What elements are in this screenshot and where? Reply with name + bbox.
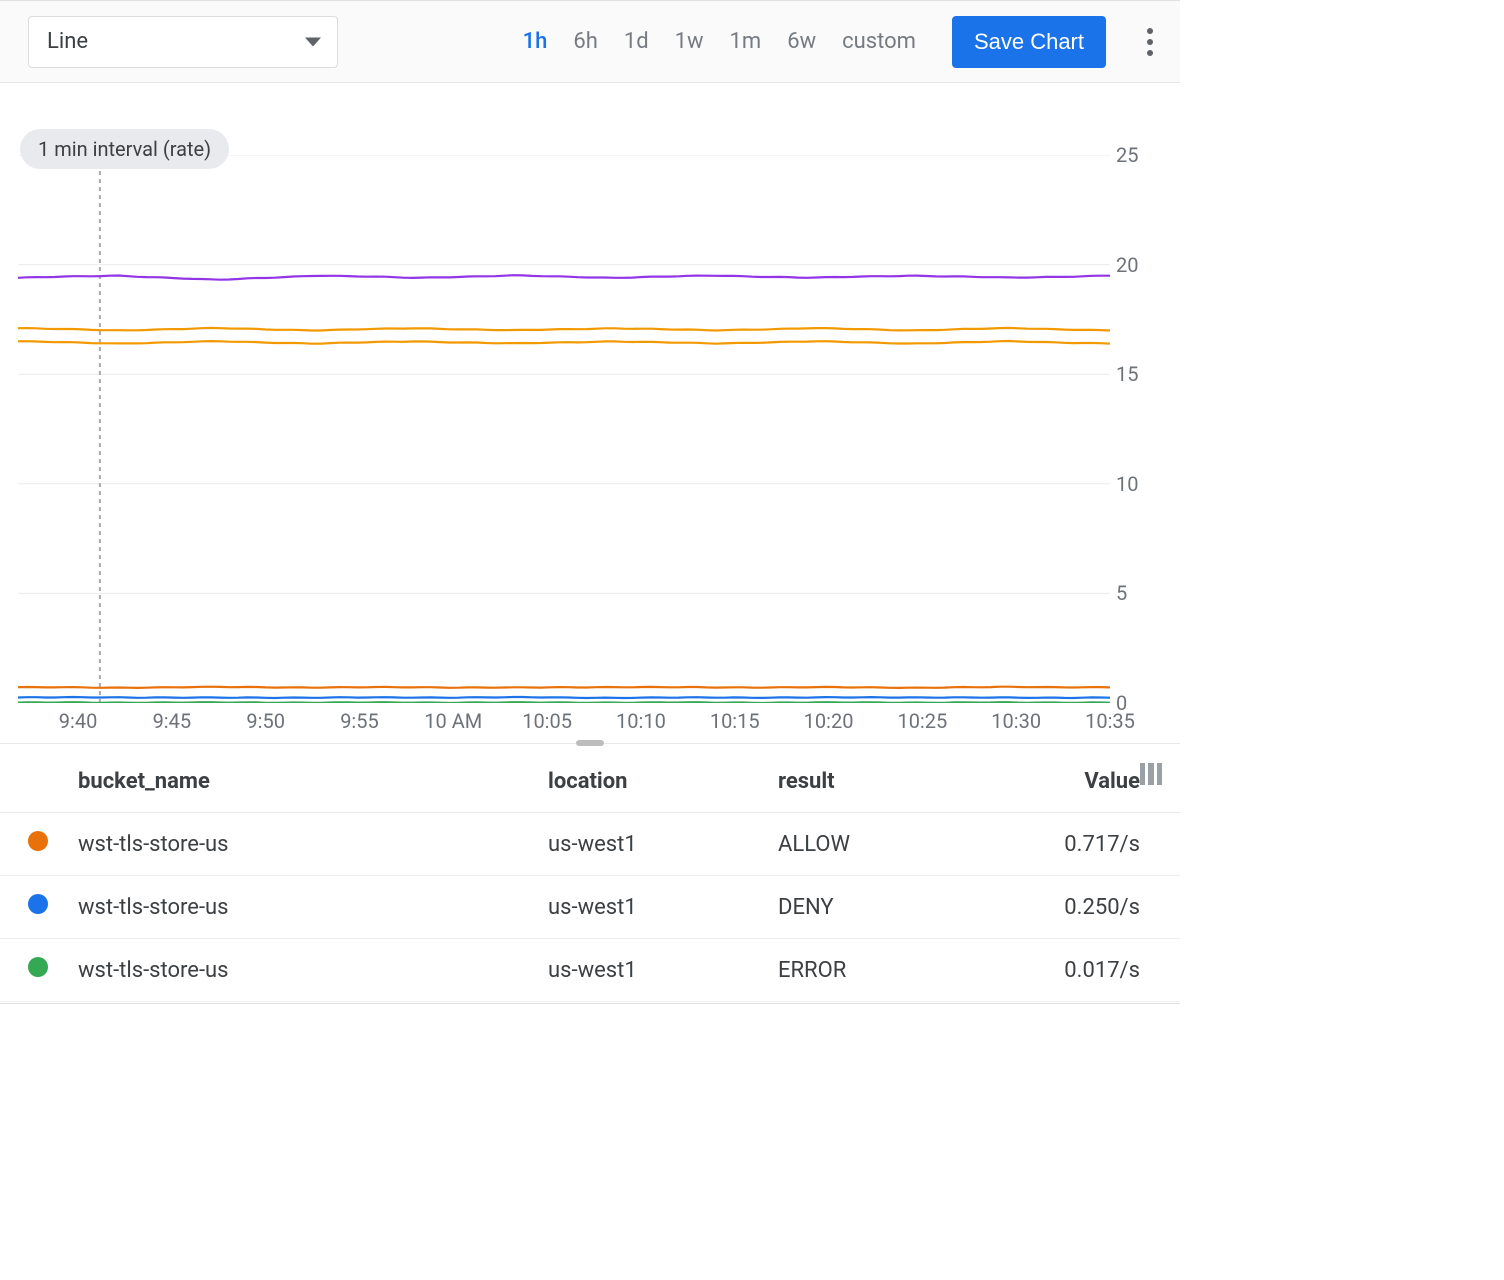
time-range-custom[interactable]: custom	[838, 23, 920, 60]
x-tick-label: 10:05	[522, 709, 572, 733]
series-line[interactable]	[18, 341, 1110, 344]
cell-value: 0.250/s	[976, 876, 1180, 939]
time-range-1w[interactable]: 1w	[671, 23, 708, 60]
x-tick-label: 9:50	[246, 709, 285, 733]
legend-table: bucket_name location result Value wst-tl…	[0, 751, 1180, 1002]
chart-type-label: Line	[47, 29, 88, 54]
x-tick-label: 10:30	[991, 709, 1041, 733]
legend-row[interactable]: wst-tls-store-usus-west1DENY0.250/s	[0, 876, 1180, 939]
series-line[interactable]	[18, 687, 1110, 688]
legend-header-row: bucket_name location result Value	[0, 751, 1180, 813]
time-range-1d[interactable]: 1d	[620, 23, 653, 60]
y-tick-label: 10	[1116, 472, 1138, 496]
overflow-menu-button[interactable]	[1132, 18, 1168, 66]
legend-row[interactable]: wst-tls-store-usus-west1ERROR0.017/s	[0, 939, 1180, 1002]
y-axis-labels: 0510152025	[1116, 155, 1172, 703]
time-range-1h[interactable]: 1h	[519, 23, 552, 60]
columns-icon[interactable]	[1140, 763, 1162, 785]
grip-icon	[576, 740, 604, 746]
series-color-dot	[28, 957, 48, 977]
x-tick-label: 9:40	[59, 709, 98, 733]
x-tick-label: 10:25	[897, 709, 947, 733]
x-tick-label: 10 AM	[424, 709, 482, 733]
col-header-result[interactable]: result	[766, 751, 976, 813]
cell-location: us-west1	[536, 876, 766, 939]
x-axis-labels: 9:40 9:45 9:50 9:55 10 AM 10:05 10:10 10:15 10:2…	[18, 709, 1110, 739]
cell-bucket: wst-tls-store-us	[66, 876, 536, 939]
time-range-6h[interactable]: 6h	[569, 23, 601, 60]
cell-result: DENY	[766, 876, 976, 939]
cell-value: 0.717/s	[976, 813, 1180, 876]
series-line[interactable]	[18, 697, 1110, 698]
x-tick-label: 10:35	[1085, 709, 1135, 733]
x-tick-label: 10:15	[710, 709, 760, 733]
save-chart-button[interactable]: Save Chart	[952, 16, 1106, 68]
y-tick-label: 15	[1116, 362, 1138, 386]
x-tick-label: 9:45	[153, 709, 192, 733]
cell-value: 0.017/s	[976, 939, 1180, 1002]
y-tick-label: 0	[1116, 691, 1127, 715]
x-tick-label: 9:55	[340, 709, 379, 733]
col-header-location[interactable]: location	[536, 751, 766, 813]
chevron-down-icon	[305, 37, 321, 46]
time-range-picker: 1h 6h 1d 1w 1m 6w custom	[519, 23, 920, 60]
y-tick-label: 20	[1116, 253, 1138, 277]
cell-result: ALLOW	[766, 813, 976, 876]
series-line[interactable]	[18, 275, 1110, 280]
chart-plot[interactable]	[18, 155, 1110, 703]
series-line[interactable]	[18, 328, 1110, 331]
cell-bucket: wst-tls-store-us	[66, 813, 536, 876]
cell-location: us-west1	[536, 813, 766, 876]
y-tick-label: 5	[1116, 581, 1127, 605]
y-tick-label: 25	[1116, 143, 1138, 167]
col-header-bucket[interactable]: bucket_name	[66, 751, 536, 813]
interval-pill[interactable]: 1 min interval (rate)	[20, 129, 229, 169]
time-range-6w[interactable]: 6w	[783, 23, 820, 60]
legend-row[interactable]: wst-tls-store-usus-west1ALLOW0.717/s	[0, 813, 1180, 876]
chart-area: 1 min interval (rate) 0510152025 9:409:4…	[0, 83, 1180, 743]
x-tick-label: 10:20	[804, 709, 854, 733]
table-resize-handle[interactable]	[0, 743, 1180, 751]
chart-type-select[interactable]: Line	[28, 16, 338, 68]
cell-result: ERROR	[766, 939, 976, 1002]
x-tick-label: 10:10	[616, 709, 666, 733]
time-range-1m[interactable]: 1m	[726, 23, 766, 60]
toolbar: Line 1h 6h 1d 1w 1m 6w custom Save Chart	[0, 1, 1180, 83]
cell-location: us-west1	[536, 939, 766, 1002]
series-color-dot	[28, 894, 48, 914]
cell-bucket: wst-tls-store-us	[66, 939, 536, 1002]
series-line[interactable]	[18, 702, 1110, 703]
series-color-dot	[28, 831, 48, 851]
chart-panel: Line 1h 6h 1d 1w 1m 6w custom Save Chart 1 min…	[0, 0, 1180, 1004]
